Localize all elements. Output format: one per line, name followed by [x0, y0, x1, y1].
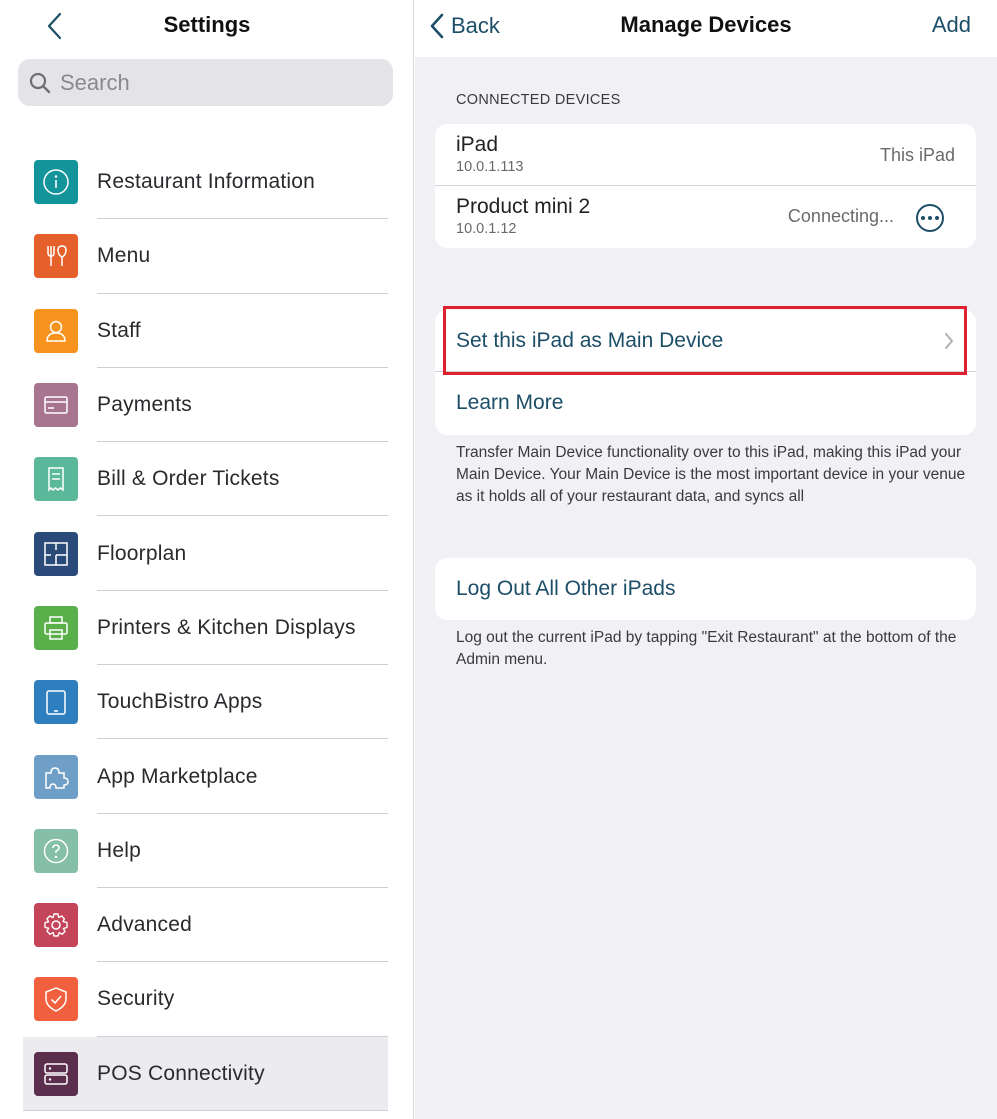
menu-item-pos-connectivity[interactable]: POS Connectivity [23, 1036, 388, 1111]
receipt-icon [34, 457, 78, 502]
main-device-card: Set this iPad as Main Device Learn More [435, 310, 976, 435]
card-icon [34, 383, 78, 428]
device-ip: 10.0.1.113 [456, 159, 524, 175]
menu-item-bill-order-tickets[interactable]: Bill & Order Tickets [0, 442, 414, 517]
search-bar[interactable] [18, 59, 393, 106]
menu-item-label: TouchBistro Apps [97, 690, 263, 714]
menu-item-label: Advanced [97, 913, 193, 937]
menu-item-help[interactable]: Help [0, 814, 414, 888]
menu-item-menu[interactable]: Menu [0, 219, 414, 294]
set-main-device-label: Set this iPad as Main Device [456, 329, 724, 352]
device-row[interactable]: Product mini 2 10.0.1.12 Connecting... [435, 186, 976, 248]
menu-item-restaurant-information[interactable]: Restaurant Information [0, 145, 414, 220]
logout-label: Log Out All Other iPads [456, 577, 676, 600]
device-status: This iPad [879, 145, 955, 165]
menu-item-label: Menu [97, 244, 151, 268]
printer-icon [34, 605, 78, 650]
nav-bar: Back Manage Devices Add [415, 0, 997, 57]
shield-icon [34, 977, 78, 1022]
device-name: Product mini 2 [456, 195, 591, 218]
puzzle-icon [34, 754, 78, 799]
fork-knife-icon [34, 234, 78, 279]
menu-item-label: Staff [97, 318, 141, 342]
log-out-all-other-ipads-button[interactable]: Log Out All Other iPads [435, 558, 976, 620]
menu-item-label: Restaurant Information [97, 170, 316, 194]
server-icon [34, 1051, 78, 1096]
menu-item-printers-kitchen-displays[interactable]: Printers & Kitchen Displays [0, 591, 414, 666]
menu-item-touchbistro-apps[interactable]: TouchBistro Apps [0, 665, 414, 740]
menu-item-floorplan[interactable]: Floorplan [0, 516, 414, 591]
gear-icon [34, 903, 78, 948]
menu-item-label: POS Connectivity [97, 1061, 265, 1085]
floorplan-icon [34, 531, 78, 576]
chevron-right-icon [945, 333, 953, 349]
logout-description: Log out the current iPad by tapping "Exi… [456, 629, 957, 668]
menu-item-advanced[interactable]: Advanced [0, 888, 414, 963]
more-options-icon[interactable] [916, 204, 944, 232]
set-main-device-button[interactable]: Set this iPad as Main Device [435, 310, 976, 372]
page-title: Manage Devices [620, 12, 792, 37]
manage-devices-panel: Back Manage Devices Add CONNECTED DEVICE… [415, 0, 997, 1119]
logout-card: Log Out All Other iPads [435, 558, 976, 620]
section-header: CONNECTED DEVICES [456, 92, 621, 108]
device-status: Connecting... [787, 206, 894, 226]
connected-devices-card: iPad 10.0.1.113 This iPad Product mini 2… [435, 124, 976, 248]
menu-item-label: Printers & Kitchen Displays [97, 615, 356, 639]
add-button[interactable]: Add [932, 12, 971, 38]
menu-item-label: App Marketplace [97, 764, 258, 788]
menu-item-label: Bill & Order Tickets [97, 467, 280, 491]
device-row[interactable]: iPad 10.0.1.113 This iPad [435, 124, 976, 186]
search-input[interactable] [60, 69, 360, 96]
menu-item-staff[interactable]: Staff [0, 294, 414, 368]
menu-item-label: Security [97, 987, 175, 1011]
settings-sidebar: Settings Restaurant Information Menu Sta… [0, 0, 414, 1119]
menu-item-label: Payments [97, 393, 192, 417]
device-name: iPad [456, 133, 499, 156]
settings-menu: Restaurant Information Menu Staff Paymen… [0, 145, 414, 1111]
sidebar-title: Settings [163, 12, 251, 37]
menu-item-security[interactable]: Security [0, 962, 414, 1037]
transfer-description: Transfer Main Device functionality over … [456, 444, 966, 505]
menu-item-label: Floorplan [97, 541, 187, 565]
person-icon [34, 308, 78, 353]
learn-more-label: Learn More [456, 391, 564, 414]
info-icon [34, 160, 78, 205]
sidebar-header: Settings [0, 0, 414, 52]
tablet-icon [34, 680, 78, 725]
help-icon [34, 828, 78, 873]
search-icon [29, 72, 51, 93]
menu-item-payments[interactable]: Payments [0, 368, 414, 443]
learn-more-link[interactable]: Learn More [435, 372, 976, 434]
menu-item-app-marketplace[interactable]: App Marketplace [0, 739, 414, 814]
menu-item-label: Help [97, 838, 141, 862]
device-ip: 10.0.1.12 [456, 221, 517, 237]
